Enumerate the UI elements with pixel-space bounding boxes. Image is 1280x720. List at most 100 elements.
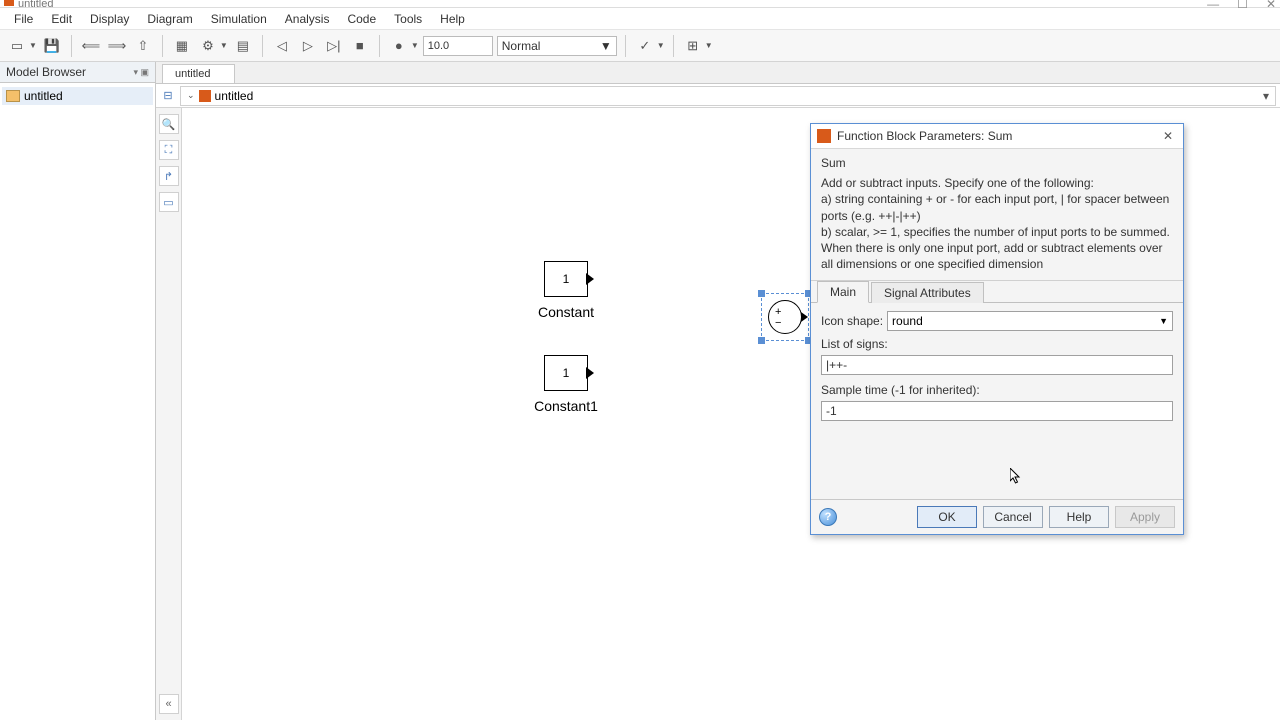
menu-analysis[interactable]: Analysis [277,9,338,29]
toolbar: ▭▼ 💾 ⟸ ⟹ ⇧ ▦ ⚙▼ ▤ ◁ ▷ ▷| ■ ●▼ Normal▼ ✓▼… [0,30,1280,62]
separator [262,35,263,57]
resize-handle[interactable] [758,337,765,344]
icon-shape-select[interactable]: round▼ [887,311,1173,331]
run-button[interactable]: ▷ [297,35,319,57]
fit-button[interactable]: ⛶ [159,140,179,160]
up-button[interactable]: ⇧ [132,35,154,57]
forward-button[interactable]: ⟹ [106,35,128,57]
menu-diagram[interactable]: Diagram [139,9,200,29]
desc-line: Add or subtract inputs. Specify one of t… [821,175,1173,191]
step-forward-button[interactable]: ▷| [323,35,345,57]
dialog-description: Sum Add or subtract inputs. Specify one … [811,149,1183,281]
build-button[interactable]: ⊞▼ [682,35,713,57]
resize-handle[interactable] [758,290,765,297]
separator [625,35,626,57]
constant-block[interactable]: 1 [544,261,588,297]
model-icon [199,90,211,102]
fast-restart-button[interactable]: ✓▼ [634,35,665,57]
panel-handle-icon[interactable]: ▾ ▣ [133,67,149,78]
apply-button[interactable]: Apply [1115,506,1175,528]
ok-button[interactable]: OK [917,506,977,528]
output-port-icon[interactable] [586,367,594,379]
minimize-button[interactable]: — [1207,0,1219,11]
hide-browser-button[interactable]: ⊟ [160,88,176,104]
menu-file[interactable]: File [6,9,41,29]
block-name: Sum [821,155,1173,171]
select-value: round [892,314,923,328]
block-label[interactable]: Constant [516,304,616,320]
sample-time-label: Sample time (-1 for inherited): [821,383,1173,397]
dialog-title: Function Block Parameters: Sum [837,129,1153,143]
tab-signal-attributes[interactable]: Signal Attributes [871,282,984,303]
model-canvas[interactable]: 1 Constant 1 Constant1 + − [182,108,1280,720]
canvas-side-toolbar: 🔍 ⛶ ↱ ▭ « [156,108,182,720]
separator [379,35,380,57]
model-explorer-button[interactable]: ▤ [232,35,254,57]
menu-tools[interactable]: Tools [386,9,430,29]
tree-item-root[interactable]: untitled [2,87,153,105]
sample-time-input[interactable] [821,401,1173,421]
sum-sign-icon: − [775,317,781,329]
document-tab[interactable]: untitled [162,64,235,83]
stop-button[interactable]: ■ [349,35,371,57]
step-back-button[interactable]: ◁ [271,35,293,57]
breadcrumb-menu-icon[interactable]: ▾ [1263,89,1269,103]
back-button[interactable]: ⟸ [80,35,102,57]
stop-time-field[interactable] [423,36,493,56]
dialog-close-button[interactable]: ✕ [1159,128,1177,144]
menu-help[interactable]: Help [432,9,473,29]
desc-line: a) string containing + or - for each inp… [821,191,1173,223]
desc-line: b) scalar, >= 1, specifies the number of… [821,224,1173,240]
breadcrumb-path[interactable]: ⌄ untitled ▾ [180,86,1276,106]
menu-edit[interactable]: Edit [43,9,80,29]
collapse-toolbar-button[interactable]: « [159,694,179,714]
menu-code[interactable]: Code [339,9,384,29]
output-port-icon[interactable] [801,312,808,322]
record-button[interactable]: ●▼ [388,35,419,57]
chevron-down-icon: ⌄ [187,90,195,101]
output-port-icon[interactable] [586,273,594,285]
block-value: 1 [563,272,570,286]
breadcrumb-bar: ⊟ ⌄ untitled ▾ [156,84,1280,108]
dialog-body: Icon shape: round▼ List of signs: Sample… [811,303,1183,499]
list-of-signs-input[interactable] [821,355,1173,375]
config-button[interactable]: ⚙▼ [197,35,228,57]
block-value: 1 [563,366,570,380]
tab-main[interactable]: Main [817,281,869,303]
annotation-button[interactable]: ▭ [159,192,179,212]
menubar: File Edit Display Diagram Simulation Ana… [0,8,1280,30]
model-browser-title: Model Browser [6,65,86,79]
separator [673,35,674,57]
model-browser-panel: Model Browser ▾ ▣ untitled [0,62,156,720]
icon-shape-label: Icon shape: [821,314,883,328]
maximize-button[interactable]: ☐ [1237,0,1248,11]
list-of-signs-label: List of signs: [821,337,1173,351]
dialog-footer: ? OK Cancel Help Apply [811,499,1183,534]
tree-item-label: untitled [24,89,63,103]
save-button[interactable]: 💾 [41,35,63,57]
library-browser-button[interactable]: ▦ [171,35,193,57]
simulation-mode-select[interactable]: Normal▼ [497,36,617,56]
cancel-button[interactable]: Cancel [983,506,1043,528]
menu-display[interactable]: Display [82,9,137,29]
dialog-tabs: Main Signal Attributes [811,281,1183,303]
help-icon[interactable]: ? [819,508,837,526]
model-browser-tree: untitled [0,83,155,720]
window-title: untitled [4,0,53,10]
block-label[interactable]: Constant1 [516,398,616,414]
titlebar: untitled — ☐ ✕ [0,0,1280,8]
model-browser-header[interactable]: Model Browser ▾ ▣ [0,62,155,83]
zoom-button[interactable]: 🔍 [159,114,179,134]
separator [162,35,163,57]
menu-simulation[interactable]: Simulation [203,9,275,29]
autoarrange-button[interactable]: ↱ [159,166,179,186]
new-model-button[interactable]: ▭▼ [6,35,37,57]
close-button[interactable]: ✕ [1266,0,1276,11]
sum-block[interactable]: + − [768,300,802,334]
help-button[interactable]: Help [1049,506,1109,528]
desc-line: When there is only one input port, add o… [821,240,1173,272]
dialog-titlebar[interactable]: Function Block Parameters: Sum ✕ [811,124,1183,149]
separator [71,35,72,57]
breadcrumb-root: untitled [215,89,254,103]
constant1-block[interactable]: 1 [544,355,588,391]
